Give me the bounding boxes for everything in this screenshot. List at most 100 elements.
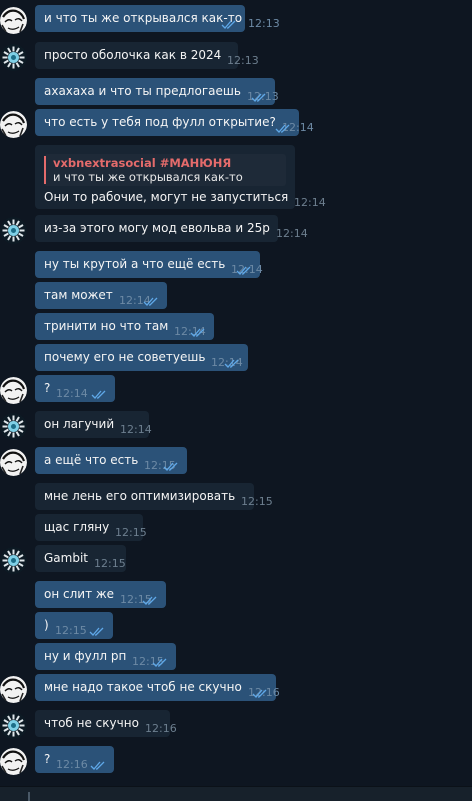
double-check-icon — [91, 390, 106, 399]
message-row: что есть у тебя под фулл открытие? 12:14 — [0, 109, 472, 138]
incoming-message-bubble[interactable]: щас гляну 12:15 — [35, 514, 147, 541]
message-composer[interactable] — [0, 786, 472, 801]
user-avatar[interactable] — [0, 676, 27, 703]
message-time: 12:13 — [248, 17, 280, 30]
message-text: мне надо такое чтоб не скучно — [44, 680, 242, 694]
message-row: vxbnextrasocial #МАНЮНЯ и что ты же откры… — [0, 145, 472, 209]
reply-text: и что ты же открывался как-то — [53, 170, 243, 184]
outgoing-message-bubble[interactable]: тринити но что там 12:14 — [35, 313, 214, 340]
message-time: 12:16 — [145, 722, 177, 735]
message-text: ахахаха и что ты предлогаешь — [44, 84, 241, 98]
contact-avatar[interactable] — [0, 44, 27, 71]
message-text: он слит же — [44, 587, 115, 601]
incoming-message-bubble[interactable]: мне лень его оптимизировать 12:15 — [35, 483, 273, 510]
outgoing-message-bubble[interactable]: мне надо такое чтоб не скучно 12:16 — [35, 674, 280, 701]
double-check-icon — [251, 93, 266, 102]
message-row: мне лень его оптимизировать 12:15 — [0, 483, 472, 510]
outgoing-message-bubble[interactable]: а ещё что есть 12:15 — [35, 447, 187, 474]
message-row: мне надо такое чтоб не скучно 12:16 — [0, 674, 472, 703]
contact-avatar[interactable] — [0, 413, 27, 440]
outgoing-message-bubble[interactable]: что есть у тебя под фулл открытие? 12:14 — [35, 109, 314, 136]
message-text: ну ты крутой а что ещё есть — [44, 257, 226, 271]
message-row: ну и фулл рп 12:15 — [0, 643, 472, 670]
message-text: ну и фулл рп — [44, 649, 127, 663]
double-check-icon — [224, 359, 239, 368]
message-row: из-за этого могу мод евольва и 25р 12:14 — [0, 215, 472, 244]
double-check-icon — [221, 20, 236, 29]
reply-author: vxbnextrasocial #МАНЮНЯ — [53, 156, 232, 170]
double-check-icon — [163, 462, 178, 471]
message-row: щас гляну 12:15 — [0, 514, 472, 541]
message-text: просто оболочка как в 2024 — [44, 48, 222, 62]
message-row: а ещё что есть 12:15 — [0, 447, 472, 476]
message-row: и что ты же открывался как-то 12:13 — [0, 5, 472, 34]
message-row: ) 12:15 — [0, 612, 472, 639]
message-text: что есть у тебя под фулл открытие? — [44, 115, 276, 129]
message-time: 12:15 — [115, 526, 147, 539]
double-check-icon — [89, 627, 104, 636]
message-time: 12:15 — [55, 624, 87, 637]
message-text: тринити но что там — [44, 319, 169, 333]
message-text: Gambit — [44, 551, 88, 565]
message-time: 12:15 — [241, 495, 273, 508]
message-text: он лагучий — [44, 417, 115, 431]
message-row: Gambit 12:15 — [0, 545, 472, 574]
outgoing-message-bubble[interactable]: там может 12:14 — [35, 282, 167, 309]
incoming-message-bubble[interactable]: из-за этого могу мод евольва и 25р 12:14 — [35, 215, 308, 242]
user-avatar[interactable] — [0, 7, 27, 34]
outgoing-message-bubble[interactable]: и что ты же открывался как-то 12:13 — [35, 5, 280, 32]
outgoing-message-bubble[interactable]: ? 12:14 — [35, 375, 115, 402]
outgoing-message-bubble[interactable]: ну и фулл рп 12:15 — [35, 643, 176, 670]
incoming-message-bubble[interactable]: чтоб не скучно 12:16 — [35, 710, 177, 737]
message-time: 12:14 — [294, 196, 326, 209]
message-text: ) — [44, 618, 49, 632]
outgoing-message-bubble[interactable]: ? 12:16 — [35, 746, 114, 773]
message-text: мне лень его оптимизировать — [44, 489, 236, 503]
message-text: там может — [44, 288, 113, 302]
outgoing-message-bubble[interactable]: ахахаха и что ты предлогаешь 12:13 — [35, 78, 279, 105]
double-check-icon — [90, 761, 105, 770]
incoming-message-bubble[interactable]: Gambit 12:15 — [35, 545, 126, 572]
message-text: Они то рабочие, могут не запуститься — [44, 190, 289, 204]
outgoing-message-bubble[interactable]: ) 12:15 — [35, 612, 113, 639]
message-row: ? 12:14 — [0, 375, 472, 404]
outgoing-message-bubble[interactable]: ну ты крутой а что ещё есть 12:14 — [35, 251, 263, 278]
message-row: почему его не советуешь 12:14 — [0, 344, 472, 371]
contact-avatar[interactable] — [0, 217, 27, 244]
message-row: чтоб не скучно 12:16 — [0, 710, 472, 739]
incoming-message-bubble[interactable]: vxbnextrasocial #МАНЮНЯ и что ты же откры… — [35, 145, 326, 209]
message-time: 12:14 — [276, 227, 308, 240]
message-row: ну ты крутой а что ещё есть 12:14 — [0, 251, 472, 278]
outgoing-message-bubble[interactable]: почему его не советуешь 12:14 — [35, 344, 248, 371]
message-row: тринити но что там 12:14 — [0, 313, 472, 340]
chat-history[interactable]: и что ты же открывался как-то 12:13 просто… — [0, 0, 472, 786]
message-row: ахахаха и что ты предлогаешь 12:13 — [0, 78, 472, 105]
user-avatar[interactable] — [0, 449, 27, 476]
message-text: из-за этого могу мод евольва и 25р — [44, 221, 270, 235]
message-text: щас гляну — [44, 520, 110, 534]
double-check-icon — [152, 658, 167, 667]
message-time: 12:14 — [56, 387, 88, 400]
message-text: ? — [44, 752, 51, 766]
message-text: чтоб не скучно — [44, 716, 139, 730]
message-text: ? — [44, 381, 51, 395]
double-check-icon — [143, 297, 158, 306]
outgoing-message-bubble[interactable]: он слит же 12:15 — [35, 581, 166, 608]
message-row: просто оболочка как в 2024 12:13 — [0, 42, 472, 71]
message-row: он лагучий 12:14 — [0, 411, 472, 440]
user-avatar[interactable] — [0, 377, 27, 404]
reply-accent-bar — [44, 156, 46, 184]
message-time: 12:16 — [56, 758, 88, 771]
double-check-icon — [190, 328, 205, 337]
incoming-message-bubble[interactable]: он лагучий 12:14 — [35, 411, 152, 438]
user-avatar[interactable] — [0, 748, 27, 775]
message-row: он слит же 12:15 — [0, 581, 472, 608]
user-avatar[interactable] — [0, 111, 27, 138]
contact-avatar[interactable] — [0, 547, 27, 574]
double-check-icon — [252, 689, 267, 698]
message-text: а ещё что есть — [44, 453, 139, 467]
contact-avatar[interactable] — [0, 712, 27, 739]
incoming-message-bubble[interactable]: просто оболочка как в 2024 12:13 — [35, 42, 259, 69]
message-row: ? 12:16 — [0, 746, 472, 775]
message-time: 12:14 — [120, 423, 152, 436]
